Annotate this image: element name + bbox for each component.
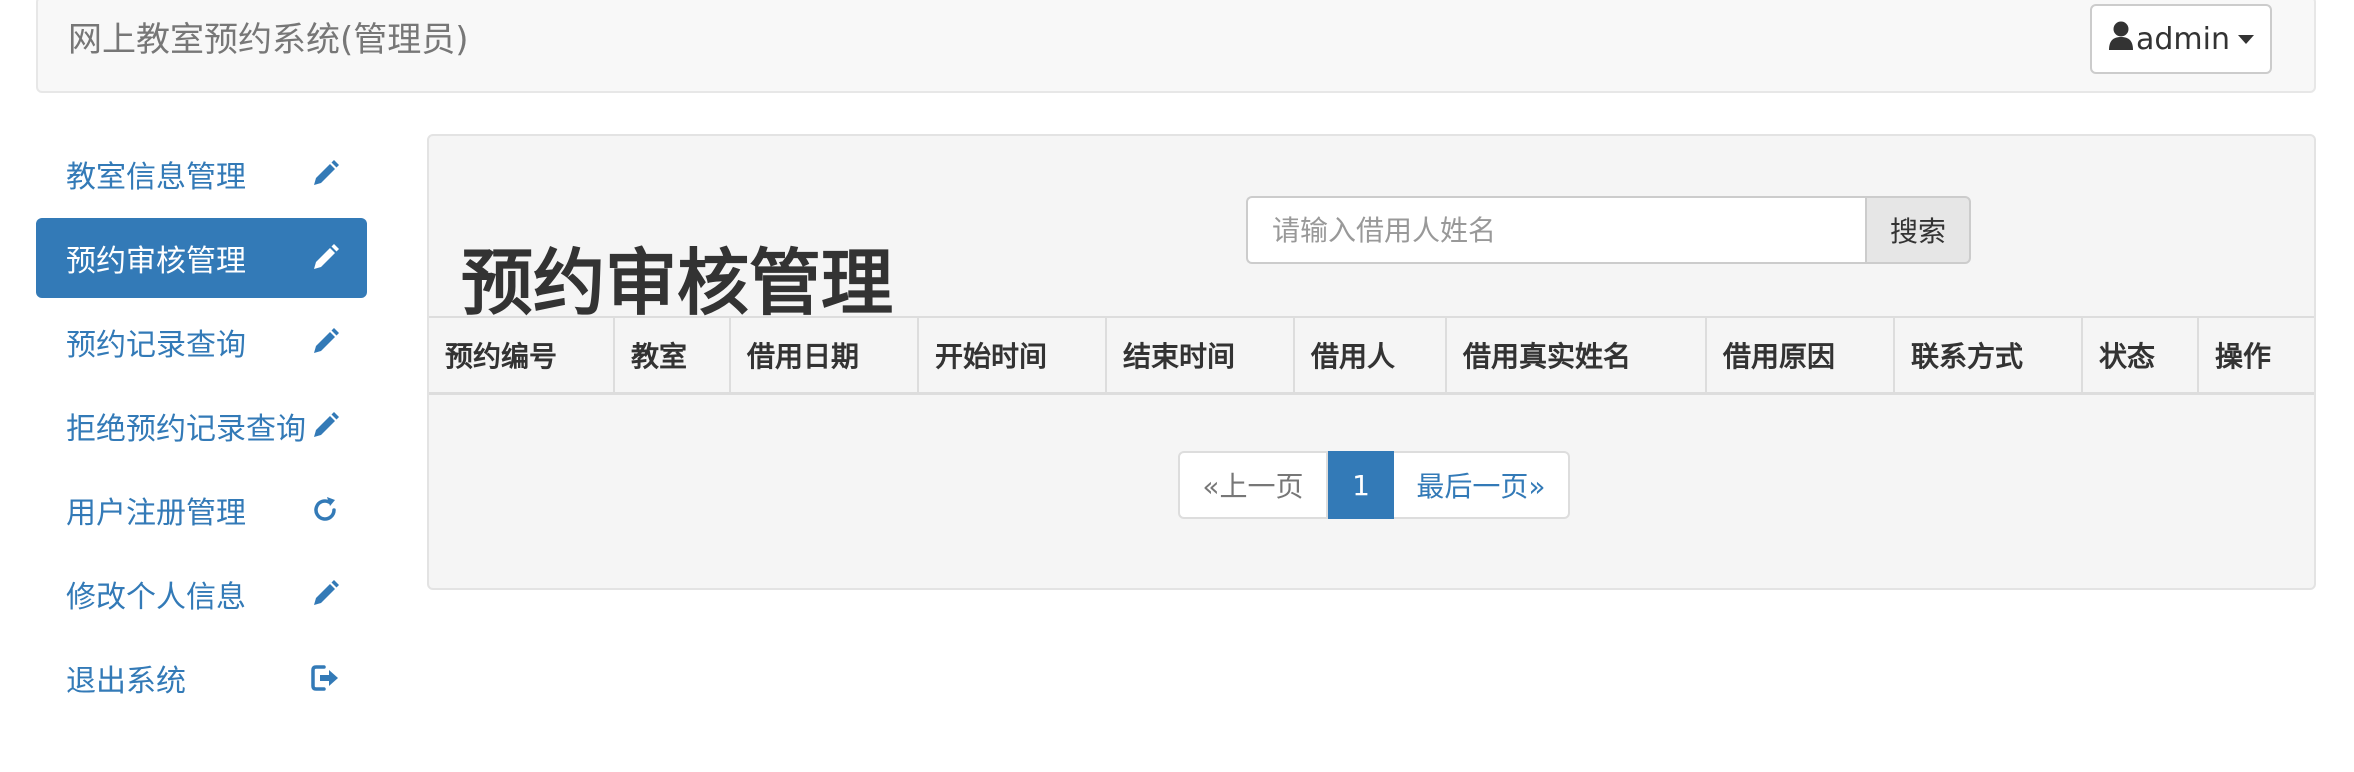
main-panel: 预约审核管理 搜索 预约编号 教室 借用日期 开始时间 结束时间 借用人 借用真… [427,134,2316,590]
column-header: 预约编号 [429,316,614,395]
user-menu-button[interactable]: admin [2090,4,2272,74]
sidebar-item-label: 预约审核管理 [66,244,246,279]
reservation-table: 预约编号 教室 借用日期 开始时间 结束时间 借用人 借用真实姓名 借用原因 联… [429,316,2314,395]
sidebar-item-edit-profile[interactable]: 修改个人信息 [36,554,367,634]
search-bar: 搜索 [1246,196,1971,264]
sidebar-item-label: 用户注册管理 [66,496,246,531]
pencil-icon [309,578,341,610]
current-page-button[interactable]: 1 [1328,451,1394,519]
page-title: 预约审核管理 [461,241,894,326]
sidebar-item-classroom-info[interactable]: 教室信息管理 [36,134,367,214]
refresh-icon [309,494,341,526]
pencil-icon [309,242,341,274]
search-button[interactable]: 搜索 [1865,196,1971,264]
pagination: «上一页 1 最后一页» [1178,451,1570,519]
pencil-icon [309,326,341,358]
column-header: 开始时间 [917,316,1106,395]
user-name: admin [2136,21,2230,57]
column-header: 借用日期 [729,316,918,395]
search-input[interactable] [1246,196,1865,264]
table-header-row: 预约编号 教室 借用日期 开始时间 结束时间 借用人 借用真实姓名 借用原因 联… [429,316,2314,395]
pencil-icon [309,158,341,190]
column-header: 借用原因 [1705,316,1894,395]
column-header: 教室 [613,316,730,395]
sidebar-item-reservation-review[interactable]: 预约审核管理 [36,218,367,298]
sidebar-item-label: 退出系统 [66,664,186,699]
column-header: 结束时间 [1105,316,1294,395]
top-navbar: 网上教室预约系统(管理员) admin [36,0,2316,93]
column-header: 状态 [2081,316,2198,395]
sidebar-item-label: 修改个人信息 [66,580,246,615]
column-header: 操作 [2197,316,2314,395]
sidebar-item-label: 预约记录查询 [66,328,246,363]
caret-down-icon [2238,34,2254,44]
app-brand[interactable]: 网上教室预约系统(管理员) [68,20,469,60]
prev-page-button[interactable]: «上一页 [1178,451,1328,519]
pencil-icon [309,410,341,442]
logout-icon [309,662,341,694]
column-header: 借用真实姓名 [1445,316,1706,395]
sidebar-item-user-registration[interactable]: 用户注册管理 [36,470,367,550]
sidebar-item-label: 拒绝预约记录查询 [66,412,306,447]
sidebar-item-rejected-records[interactable]: 拒绝预约记录查询 [36,386,367,466]
last-page-button[interactable]: 最后一页» [1394,451,1570,519]
column-header: 联系方式 [1893,316,2082,395]
sidebar-item-reservation-records[interactable]: 预约记录查询 [36,302,367,382]
sidebar-item-label: 教室信息管理 [66,160,246,195]
user-icon [2108,20,2136,58]
sidebar: 教室信息管理 预约审核管理 预约记录查询 拒绝预约记录查询 用户注册管理 修改个 [36,134,367,722]
column-header: 借用人 [1293,316,1446,395]
sidebar-item-logout[interactable]: 退出系统 [36,638,367,718]
